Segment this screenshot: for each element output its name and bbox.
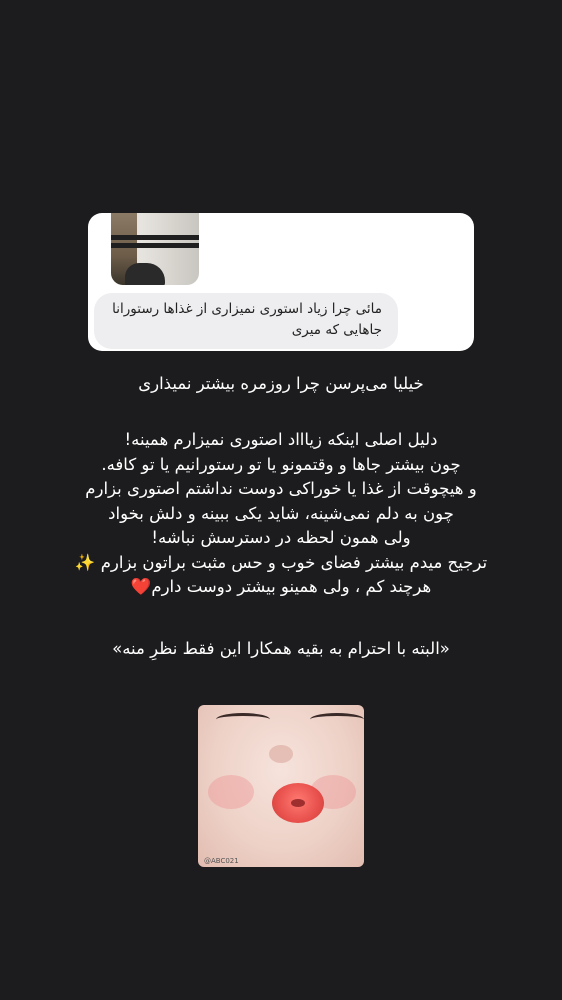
story-footnote: «البته با احترام به بقیه همکارا این فقط …: [112, 639, 450, 658]
paragraph-line: دلیل اصلی اینکه زیاااد اصتوری نمیزارم هم…: [124, 430, 438, 449]
question-thumbnail-image: [111, 213, 199, 285]
right-eye: [310, 713, 364, 726]
question-sticker-card[interactable]: مائی چرا زیاد استوری نمیزاری از غذاها رس…: [88, 213, 474, 351]
story-heading: خیلیا می‌پرسن چرا روزمره بیشتر نمیذاری: [138, 374, 424, 393]
pouting-lips: [272, 783, 324, 823]
baby-photo: @ABC021: [198, 705, 364, 867]
lips-center: [291, 799, 305, 807]
paragraph-line-with-heart: هرچند کم ، ولی همینو بیشتر دوست دارم❤️: [30, 575, 532, 600]
story-paragraph: دلیل اصلی اینکه زیاااد اصتوری نمیزارم هم…: [30, 428, 532, 600]
paragraph-line: و هیچوقت از غذا یا خوراکی دوست نداشتم اص…: [85, 479, 477, 498]
thumbnail-bar-top: [111, 235, 199, 240]
left-cheek: [208, 775, 254, 809]
sparkle-icon: ✨: [74, 552, 96, 572]
question-text-line: جاهایی که میری: [291, 322, 382, 338]
paragraph-line-text: هرچند کم ، ولی همینو بیشتر دوست دارم: [151, 577, 432, 596]
nose: [269, 745, 293, 763]
question-text-bubble: مائی چرا زیاد استوری نمیزاری از غذاها رس…: [94, 293, 398, 349]
thumbnail-shoe: [125, 263, 165, 285]
paragraph-line: چون بیشتر جاها و وقتمونو یا تو رستورانیم…: [101, 454, 461, 474]
paragraph-line-text: ترجیح میدم بیشتر فضای خوب و حس مثبت برات…: [100, 552, 488, 572]
paragraph-line: ولی همون لحظه در دسترسش نباشه!: [151, 528, 411, 547]
question-text-line: مائی چرا زیاد استوری نمیزاری از غذاها رس…: [112, 301, 382, 317]
heart-icon: ❤️: [130, 577, 152, 596]
paragraph-line-with-sparkle: ترجیح میدم بیشتر فضای خوب و حس مثبت برات…: [30, 551, 532, 576]
left-eye: [216, 713, 270, 726]
thumbnail-bar-bottom: [111, 243, 199, 248]
paragraph-line: چون به دلم نمی‌شینه، شاید یکی ببینه و دل…: [108, 503, 454, 523]
photo-watermark: @ABC021: [204, 857, 239, 865]
